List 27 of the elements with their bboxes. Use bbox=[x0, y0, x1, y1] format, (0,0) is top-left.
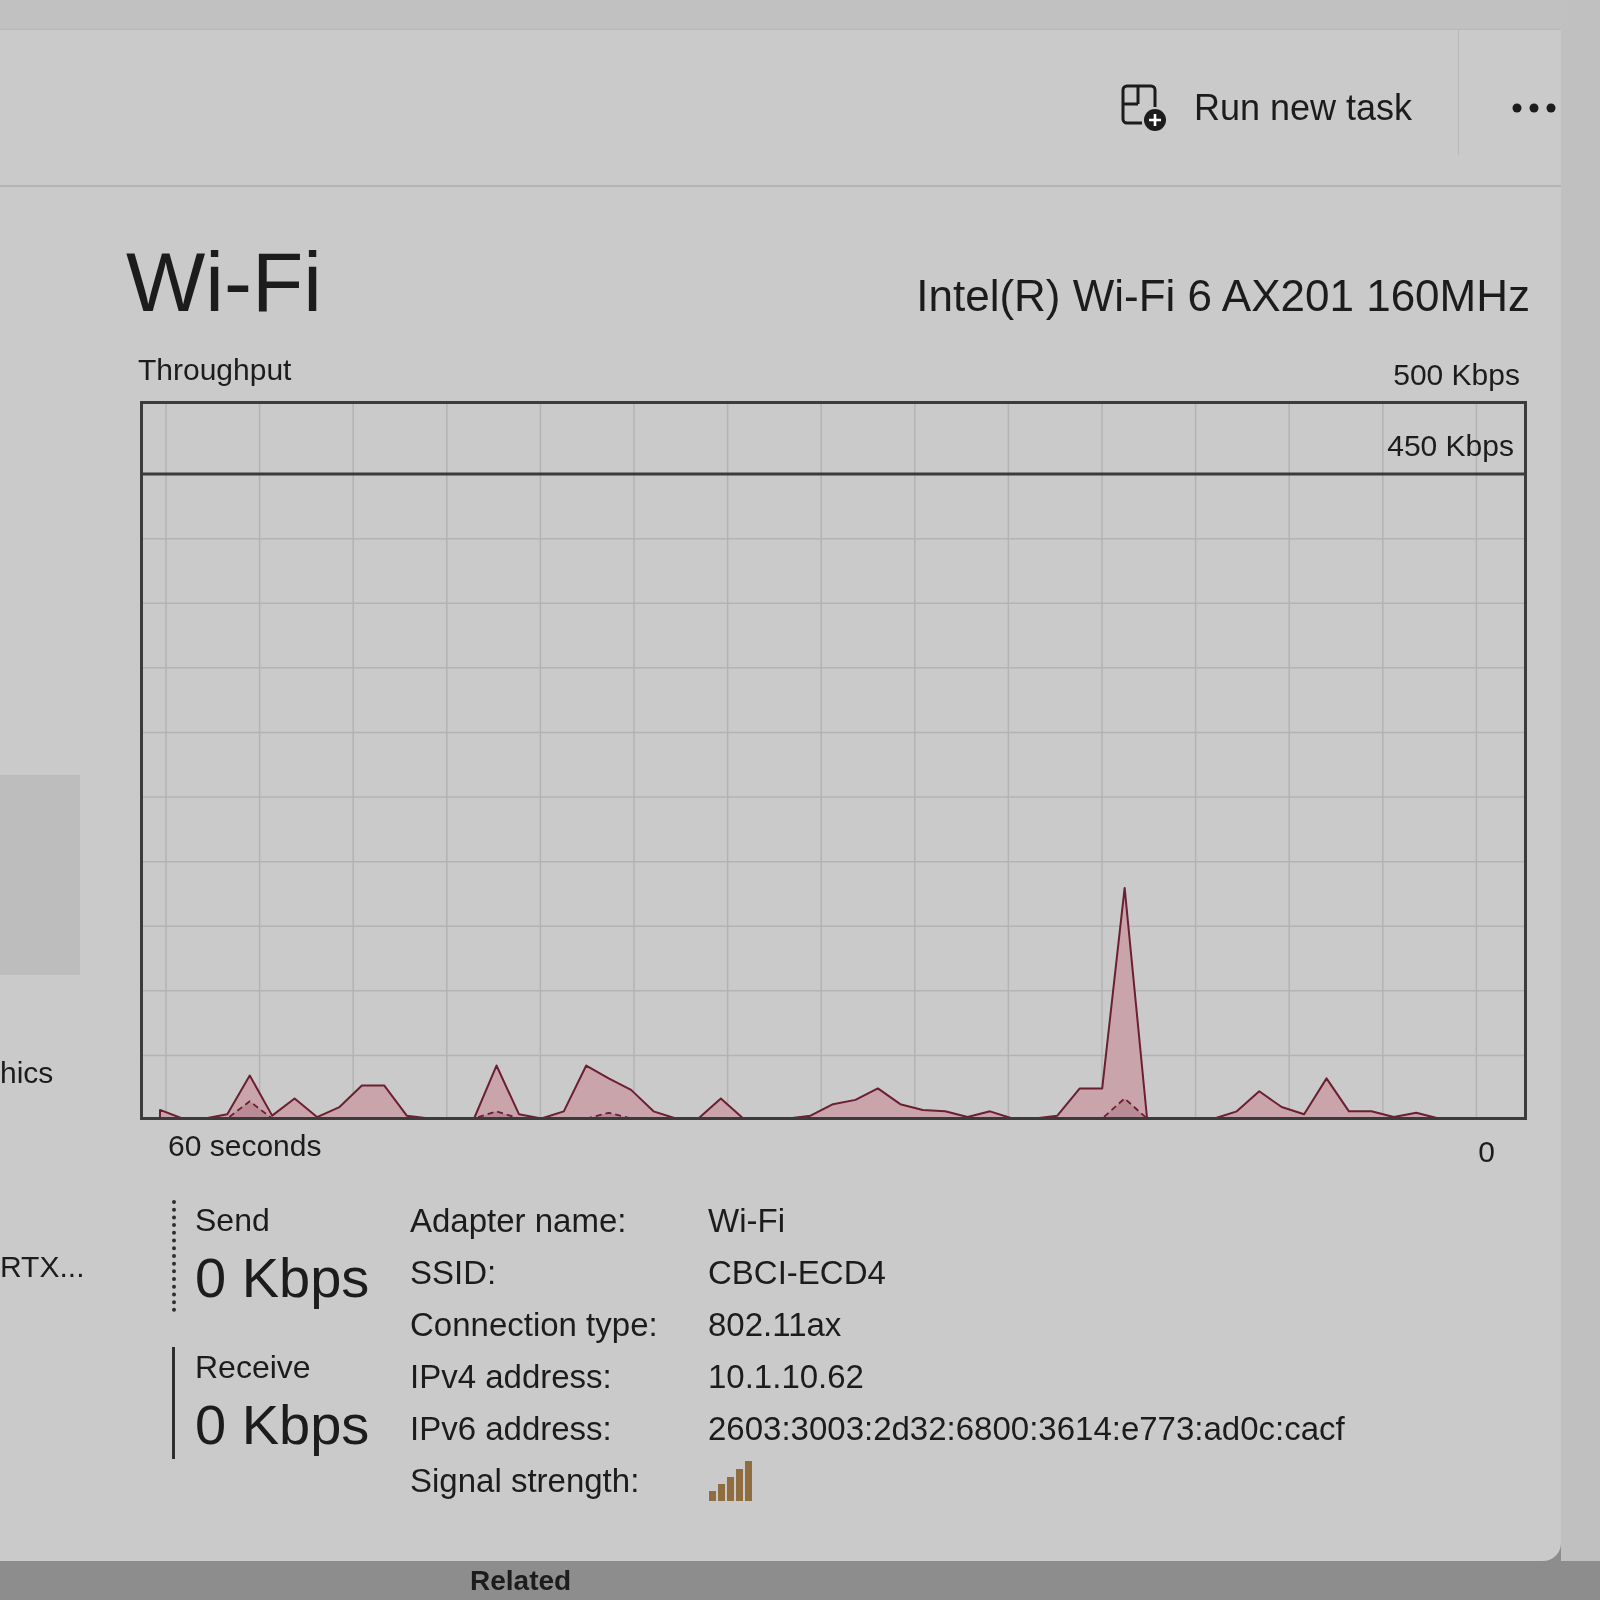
run-new-task-button[interactable]: Run new task bbox=[1109, 75, 1422, 140]
detail-value: 802.11ax bbox=[708, 1307, 842, 1341]
detail-value: Wi-Fi bbox=[708, 1203, 785, 1237]
detail-label: IPv4 address: bbox=[410, 1359, 612, 1393]
detail-label: Signal strength: bbox=[410, 1463, 640, 1497]
stat-label: Receive bbox=[195, 1351, 312, 1383]
time-axis-label: 0 bbox=[1478, 1137, 1495, 1167]
detail-value: 2603:3003:2d32:6800:3614:e773:ad0c:cacf bbox=[708, 1411, 1345, 1445]
section-heading: Related bbox=[470, 1566, 572, 1595]
stat-label: Send bbox=[195, 1204, 271, 1236]
detail-label: Connection type: bbox=[410, 1307, 658, 1341]
graph-title: Throughput bbox=[138, 355, 292, 385]
window-plus-icon bbox=[1119, 82, 1168, 133]
scale-label: 450 Kbps bbox=[1387, 431, 1514, 462]
detail-value: CBCI-ECD4 bbox=[708, 1255, 886, 1289]
detail-value: 10.1.10.62 bbox=[708, 1359, 864, 1393]
detail-label: SSID: bbox=[410, 1255, 497, 1289]
detail-label: IPv6 address: bbox=[410, 1411, 612, 1445]
scale-label: 500 Kbps bbox=[1393, 360, 1520, 390]
time-axis-label: 60 seconds bbox=[168, 1131, 322, 1161]
sidebar-item[interactable]: hics bbox=[0, 1058, 126, 1088]
adapter-name: Intel(R) Wi-Fi 6 AX201 160MHz bbox=[916, 274, 1530, 318]
page-title: Wi-Fi bbox=[126, 240, 322, 324]
sidebar-item[interactable]: RTX... bbox=[0, 1252, 126, 1282]
more-icon bbox=[1512, 102, 1556, 113]
detail-label: Adapter name: bbox=[410, 1203, 627, 1237]
signal-strength-icon bbox=[708, 1459, 754, 1501]
